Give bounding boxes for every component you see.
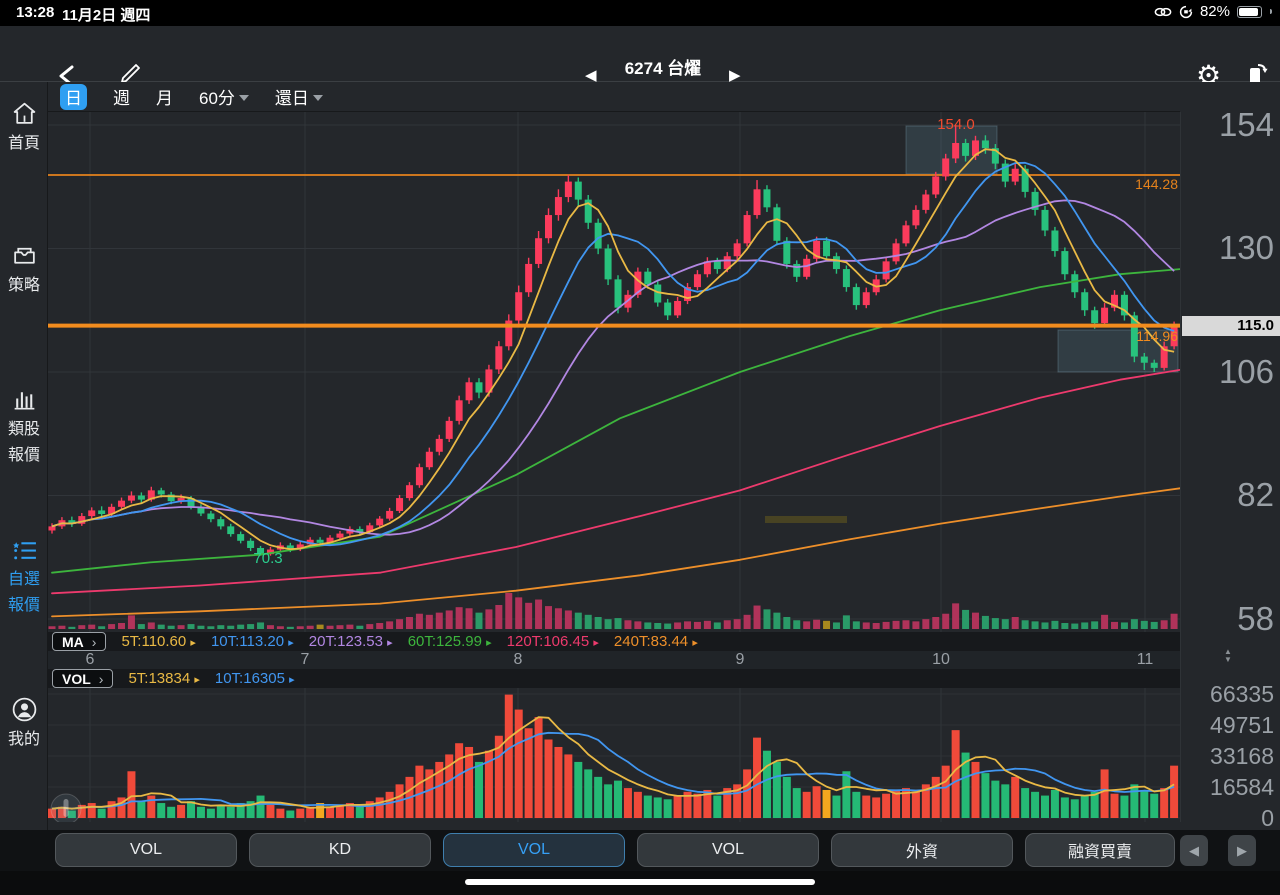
ma-legend-row: MA › 5T:110.60 ▸ 10T:113.20 ▸ 20T:123.53 ▸ 6… bbox=[48, 632, 1180, 651]
battery-icon bbox=[1237, 5, 1262, 18]
indicator-button-外資-4[interactable]: 外資 bbox=[831, 833, 1013, 867]
tab-還日[interactable]: 還日 bbox=[275, 84, 323, 109]
ma-settings-button[interactable]: MA › bbox=[52, 632, 107, 651]
vol-legend-row: VOL › 5T:13834 ▸ 10T:16305 ▸ bbox=[48, 669, 1180, 688]
axis-scale-icon: ▲ ▼ bbox=[1224, 647, 1232, 664]
volume-axis-label: 33168 bbox=[1210, 742, 1274, 769]
ma-legend-item: 20T:123.53 ▸ bbox=[308, 633, 393, 650]
tab-週[interactable]: 週 bbox=[113, 84, 130, 109]
indicator-button-融資買賣-5[interactable]: 融資買賣 bbox=[1025, 833, 1175, 867]
tab-label: 週 bbox=[113, 89, 130, 108]
current-price-badge: 115.0 bbox=[1182, 315, 1280, 336]
chevron-down-icon bbox=[312, 95, 323, 101]
indicator-toolbar: VOL KD VOL VOL 外資 融資買賣 ◀ ▶ bbox=[0, 830, 1280, 871]
tab-label: 60分 bbox=[199, 89, 235, 108]
sidebar-item-label: 策略 bbox=[7, 277, 40, 294]
svg-text:144.28: 144.28 bbox=[1135, 176, 1178, 192]
indicator-button-KD-1[interactable]: KD bbox=[249, 833, 431, 867]
sidebar-item-我的[interactable]: 我的 bbox=[0, 696, 48, 753]
sidebar-item-策略[interactable]: 策略 bbox=[0, 242, 48, 299]
ma-legend-item: 10T:113.20 ▸ bbox=[210, 633, 294, 650]
tab-label: 日 bbox=[65, 89, 82, 108]
orientation-lock-icon bbox=[1179, 5, 1193, 18]
sector-quotes-icon bbox=[0, 386, 48, 417]
sidebar-item-首頁[interactable]: 首頁 bbox=[0, 100, 48, 157]
tab-日[interactable]: 日 bbox=[60, 83, 87, 110]
indicator-button-VOL-3[interactable]: VOL bbox=[637, 833, 819, 867]
battery-tip bbox=[1270, 9, 1272, 14]
sidebar-item-自選報價[interactable]: 自選 報價 bbox=[0, 536, 48, 619]
home-icon bbox=[0, 100, 48, 131]
stock-title: 6274 台燿 bbox=[624, 59, 702, 78]
sidebar-item-類股報價[interactable]: 類股 報價 bbox=[0, 386, 48, 469]
price-axis-label: 58 bbox=[1237, 599, 1274, 637]
ma-legend-item: 240T:83.44 ▸ bbox=[613, 633, 698, 650]
home-indicator[interactable] bbox=[465, 879, 815, 885]
tab-60分[interactable]: 60分 bbox=[199, 84, 249, 109]
x-axis-tick: 10 bbox=[932, 651, 950, 668]
svg-text:70.3: 70.3 bbox=[253, 550, 282, 567]
vol-settings-button[interactable]: VOL › bbox=[52, 669, 114, 688]
x-axis-tick: 11 bbox=[1136, 651, 1154, 668]
battery-percent: 82% bbox=[1199, 3, 1230, 20]
tab-label: 還日 bbox=[274, 89, 309, 108]
svg-text:154.0: 154.0 bbox=[937, 116, 975, 133]
indicator-prev-button[interactable]: ◀ bbox=[1180, 835, 1208, 866]
volume-axis-label: 66335 bbox=[1210, 681, 1274, 707]
svg-text:114.96: 114.96 bbox=[1136, 328, 1178, 344]
x-axis-tick: 7 bbox=[300, 651, 310, 668]
link-icon bbox=[1154, 7, 1172, 16]
vol-legend-item: 5T:13834 ▸ bbox=[128, 670, 200, 687]
sidebar-item-label: 我的 bbox=[7, 731, 40, 748]
volume-chart[interactable] bbox=[48, 688, 1180, 822]
price-axis-label: 130 bbox=[1218, 229, 1274, 267]
price-axis-panel[interactable]: 154 130 106 82 58 115.0 66335 49751 33168 16584 0 bbox=[1181, 82, 1280, 831]
stock-chart-app: { "status_bar": { "time": "13:28", "date… bbox=[0, 0, 1280, 895]
watchlist-icon bbox=[0, 536, 48, 567]
sidebar-item-label: 報價 bbox=[7, 447, 40, 464]
candlestick-chart[interactable]: 154.0 70.3 144.28 114.96 bbox=[48, 112, 1180, 632]
x-axis-tick: 6 bbox=[85, 651, 95, 668]
status-bar: 13:28 11月2日 週四 82% bbox=[0, 0, 1280, 26]
profile-icon bbox=[0, 696, 48, 727]
sidebar-item-label: 報價 bbox=[7, 597, 40, 614]
indicator-button-VOL-2[interactable]: VOL bbox=[443, 833, 625, 867]
volume-axis-label: 49751 bbox=[1210, 712, 1274, 738]
status-date: 11月2日 週四 bbox=[62, 7, 151, 24]
header-bar: ◀ ▶ 6274 台燿 觀察 (共42檔) ⚙ bbox=[0, 26, 1280, 98]
tab-label: 月 bbox=[156, 89, 173, 108]
chevron-down-icon bbox=[238, 95, 249, 101]
volume-axis-label: 0 bbox=[1261, 805, 1274, 831]
sidebar: 首頁 策略 類股 報價 自選 報價 我的 bbox=[0, 82, 48, 895]
ma-legend-item: 60T:125.99 ▸ bbox=[407, 633, 492, 650]
sidebar-item-label: 自選 bbox=[7, 571, 40, 588]
indicator-next-button[interactable]: ▶ bbox=[1228, 835, 1256, 866]
x-axis-row: 6 7 8 9 10 11 bbox=[48, 651, 1180, 669]
status-time: 13:28 bbox=[16, 4, 55, 21]
price-axis-label: 82 bbox=[1237, 476, 1274, 514]
ma-legend-item: 120T:106.45 ▸ bbox=[506, 633, 599, 650]
strategy-icon bbox=[0, 242, 48, 273]
timeframe-tabs: 日 週 月 60分 還日 bbox=[48, 82, 1180, 112]
volume-axis-label: 16584 bbox=[1210, 773, 1274, 800]
x-axis-tick: 9 bbox=[735, 651, 745, 668]
tab-月[interactable]: 月 bbox=[156, 84, 173, 109]
price-axis-label: 154 bbox=[1218, 106, 1274, 143]
sidebar-item-label: 類股 bbox=[7, 421, 40, 438]
indicator-button-VOL-0[interactable]: VOL bbox=[55, 833, 237, 867]
price-axis-label: 106 bbox=[1218, 352, 1274, 390]
ma-legend-item: 5T:110.60 ▸ bbox=[121, 633, 196, 650]
x-axis-tick: 8 bbox=[513, 651, 523, 668]
vol-legend-item: 10T:16305 ▸ bbox=[214, 670, 295, 687]
sidebar-item-label: 首頁 bbox=[7, 135, 40, 152]
